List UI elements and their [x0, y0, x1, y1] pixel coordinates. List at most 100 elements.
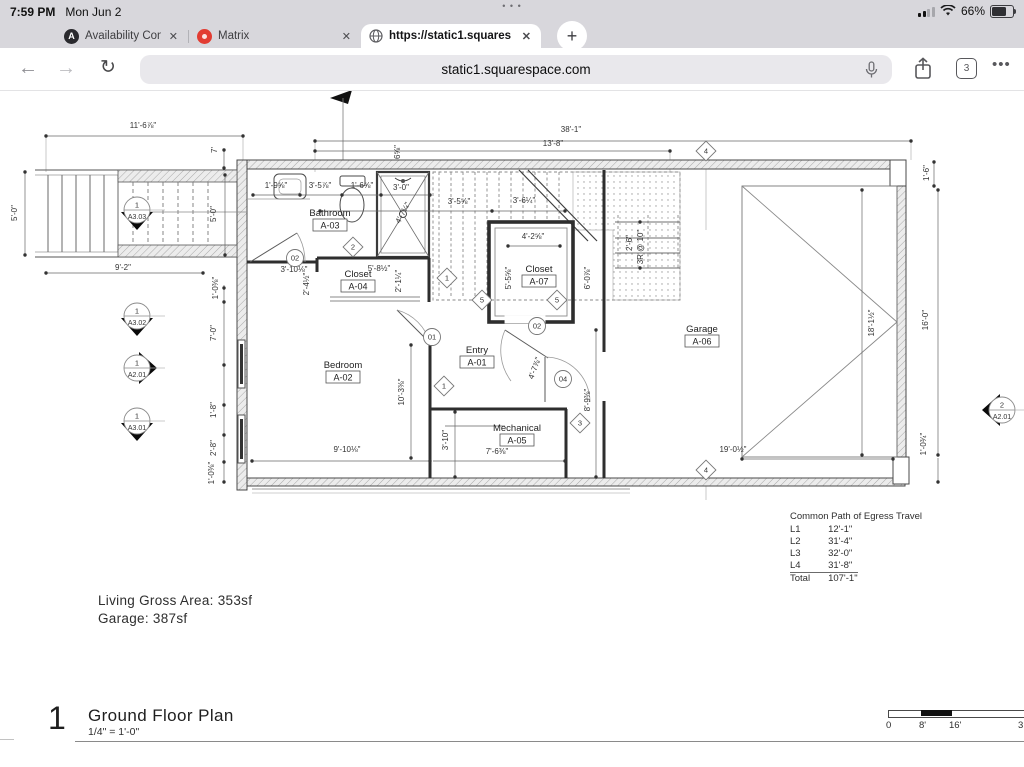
dimension-label: 1'-9⅝": [265, 181, 288, 190]
dimension-label: 5'-5⅝": [504, 267, 513, 290]
mic-icon[interactable]: [865, 61, 878, 79]
dimension-label: 3R @ 10": [636, 230, 645, 265]
more-menu-button[interactable]: •••: [992, 56, 1011, 73]
garage-area-note: Garage: 387sf: [98, 610, 252, 628]
availability-favicon: A: [64, 29, 79, 44]
section-sheet: A3.03: [128, 214, 146, 221]
dimension-label: 7'-6⅜": [486, 447, 509, 456]
dimension-label: 1'-0¾": [919, 433, 928, 456]
tab-matrix[interactable]: Matrix ✕: [189, 24, 361, 48]
url-text: static1.squarespace.com: [140, 62, 892, 77]
room-name: Bathroom: [309, 208, 350, 219]
section-number: 1: [135, 412, 139, 421]
dimension-label: 3'-0": [393, 183, 409, 192]
room-tag: A-07: [529, 277, 548, 287]
section-marker: 1 A3.03: [121, 197, 165, 230]
cellular-icon: [918, 6, 935, 17]
section-sheet: A3.02: [128, 320, 146, 327]
dimension-label: 19'-0½": [719, 445, 746, 454]
dimension-label: 18'-1½": [867, 309, 876, 336]
navigation-toolbar: ← → ↻ static1.squarespace.com 3 •••: [0, 48, 1024, 91]
area-notes: Living Gross Area: 353sf Garage: 387sf: [98, 592, 252, 628]
reload-button[interactable]: ↻: [94, 54, 122, 82]
section-number: 1: [135, 307, 139, 316]
room-name: Closet: [345, 269, 372, 280]
dimension-label: 2'-1¼": [394, 270, 403, 293]
title-rule: [75, 741, 1024, 742]
section-number: 2: [1000, 401, 1004, 410]
scale-tick: 0: [886, 720, 891, 731]
dimension-label: 38'-1": [561, 125, 582, 134]
dimension-label: 1'-0⅜": [211, 277, 220, 300]
tab-label: https://static1.squares: [389, 30, 514, 42]
multitask-dots[interactable]: • • •: [502, 1, 521, 11]
dimension-label: 7': [210, 147, 219, 153]
dimension-label: 13'-8": [543, 139, 564, 148]
graphic-scale-bar: 0 8' 16' 3: [886, 710, 1024, 734]
forward-button[interactable]: →: [52, 54, 80, 82]
drawing-number: 1: [48, 700, 66, 737]
table-row: L332'-0": [790, 548, 858, 560]
door-tag-number: 02: [533, 322, 541, 331]
table-row: Total107'-1": [790, 573, 858, 586]
dimension-label: 4'-7⅞": [527, 356, 543, 380]
room-tag: A-04: [348, 282, 367, 292]
tabs-button[interactable]: 3: [956, 58, 977, 79]
dimension-label: 1'-8": [209, 402, 218, 418]
address-bar[interactable]: static1.squarespace.com: [140, 55, 892, 84]
table-row: L431'-8": [790, 560, 858, 573]
dimension-label: 1'-0⅜": [207, 462, 216, 485]
dimension-label: 6⅝": [393, 145, 402, 159]
keynote-number: 1: [442, 382, 446, 391]
dimension-label: 3'-6¼": [513, 196, 536, 205]
section-sheet: A2.01: [128, 372, 146, 379]
close-icon[interactable]: ✕: [520, 30, 533, 43]
section-marker: 2 A2.01: [982, 394, 1024, 426]
matrix-favicon: [197, 29, 212, 44]
globe-icon: [369, 29, 383, 43]
close-icon[interactable]: ✕: [340, 30, 353, 43]
dimension-label: 6'-0⅞": [583, 267, 592, 290]
dimension-label: 10'-3⅜": [397, 378, 406, 405]
tab-squarespace[interactable]: https://static1.squares ✕: [361, 24, 541, 48]
dimension-label: 3'-10": [441, 430, 450, 451]
keynote-number: 4: [704, 147, 708, 156]
scale-tick: 16': [949, 720, 961, 731]
room-name: Garage: [686, 324, 718, 335]
section-marker: 1 A3.02: [121, 303, 165, 336]
room-tag: A-02: [333, 373, 352, 383]
new-tab-button[interactable]: +: [557, 21, 587, 51]
dimension-label: 2'-4½": [302, 273, 311, 296]
section-number: 1: [135, 201, 139, 210]
living-area-note: Living Gross Area: 353sf: [98, 592, 252, 610]
dimension-label: 3'-5⅝": [448, 197, 471, 206]
dimension-label: 9'-10⅛": [333, 445, 360, 454]
room-name: Closet: [526, 264, 553, 275]
battery-icon: [990, 5, 1014, 18]
tab-availability-content[interactable]: A Availability Content — / ✕: [56, 24, 188, 48]
dimension-label: 2'-6": [625, 235, 634, 251]
drawing-title: Ground Floor Plan: [88, 706, 234, 726]
room-name: Entry: [466, 345, 488, 356]
dimension-label: 7'-0": [209, 325, 218, 341]
clock: 7:59 PM: [10, 5, 55, 19]
door-tag-number: 04: [559, 375, 567, 384]
dimension-label: 3'-5⅞": [309, 181, 332, 190]
floor-plan: 11'-6⅞"7'38'-1"13'-8"1'-6"5'-0"5'-0"9'-2…: [0, 0, 1024, 767]
room-tag: A-01: [467, 358, 486, 368]
section-marker: 1A2.01: [124, 352, 165, 384]
dimension-label: 16'-0": [921, 310, 930, 331]
wifi-icon: [940, 5, 956, 17]
table-row: L231'-4": [790, 536, 858, 548]
dimension-label: 2'-8": [209, 440, 218, 456]
dimension-label: 9'-2": [115, 263, 131, 272]
dimension-label: 1'-6⅝": [351, 181, 374, 190]
section-sheet: A2.01: [993, 414, 1011, 421]
share-icon[interactable]: [912, 56, 934, 82]
section-marker: 1 A3.01: [121, 408, 165, 441]
close-icon[interactable]: ✕: [167, 30, 180, 43]
room-name: Bedroom: [324, 360, 363, 371]
table-row: L112'-1": [790, 524, 858, 536]
back-button[interactable]: ←: [14, 54, 42, 82]
section-sheet: A3.01: [128, 425, 146, 432]
